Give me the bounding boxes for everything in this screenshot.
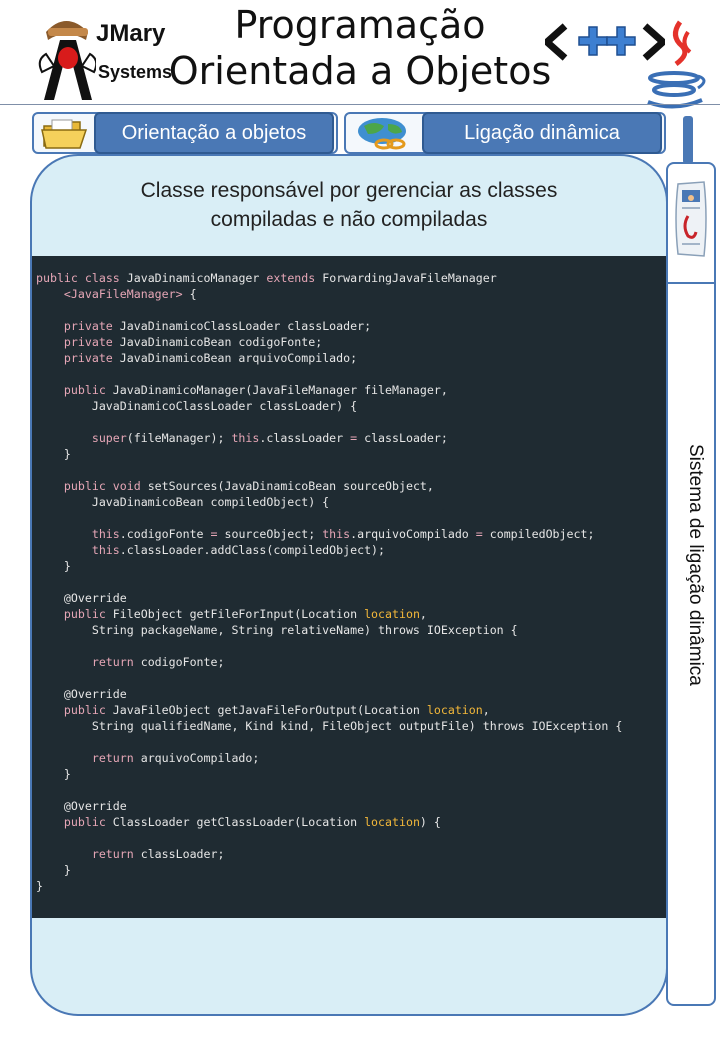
code-line: public ClassLoader getClassLoader(Locati… xyxy=(63,815,441,829)
header-divider xyxy=(0,104,720,105)
code-line: public void setSources(JavaDinamicoBean … xyxy=(63,479,434,493)
main-panel: Classe responsável por gerenciar as clas… xyxy=(30,154,668,1016)
code-line: private JavaDinamicoBean codigoFonte; xyxy=(63,335,323,349)
code-text: public class JavaDinamicoManager extends… xyxy=(36,270,666,894)
code-line: private JavaDinamicoClassLoader classLoa… xyxy=(63,319,372,333)
duke-mascot-icon xyxy=(38,21,98,100)
globe-link-icon xyxy=(358,118,406,150)
code-line: public JavaFileObject getJavaFileForOutp… xyxy=(63,703,490,717)
logo-brand: JMary xyxy=(96,20,166,47)
code-line: @Override xyxy=(36,799,127,813)
tab-ligacao-dinamica[interactable]: Ligação dinâmica xyxy=(344,112,666,154)
code-line: JavaDinamicoBean compiledObject) { xyxy=(36,495,330,509)
code-line: <JavaFileManager> { xyxy=(63,287,197,301)
code-line: } xyxy=(36,447,71,461)
newspaper-icon xyxy=(675,181,707,257)
title-line-1: Programação xyxy=(234,3,486,47)
side-panel: Sistema de ligação dinâmica xyxy=(666,162,716,1006)
code-line: } xyxy=(36,559,71,573)
code-line: JavaDinamicoClassLoader classLoader) { xyxy=(36,399,358,413)
code-line: private JavaDinamicoBean arquivoCompilad… xyxy=(63,351,358,365)
code-line: } xyxy=(36,879,43,893)
tab-orientacao-objetos[interactable]: Orientação a objetos xyxy=(32,112,338,154)
tab-ligacao-label[interactable]: Ligação dinâmica xyxy=(422,112,662,154)
code-line: return classLoader; xyxy=(91,847,225,861)
code-line: public FileObject getFileForInput(Locati… xyxy=(63,607,427,621)
folder-icon xyxy=(41,119,88,149)
code-line: } xyxy=(36,863,71,877)
code-line: public JavaDinamicoManager(JavaFileManag… xyxy=(63,383,448,397)
title-line-2: Orientada a Objetos xyxy=(168,49,552,93)
code-line: String qualifiedName, Kind kind, FileObj… xyxy=(36,719,623,733)
code-block: public class JavaDinamicoManager extends… xyxy=(32,256,666,918)
content-subtitle: Classe responsável por gerenciar as clas… xyxy=(52,176,646,234)
code-line: super(fileManager); this.classLoader = c… xyxy=(91,431,448,445)
code-line: return codigoFonte; xyxy=(91,655,225,669)
side-panel-handle[interactable] xyxy=(683,116,693,164)
code-line: return arquivoCompilado; xyxy=(91,751,260,765)
code-line: this.classLoader.addClass(compiledObject… xyxy=(91,543,386,557)
code-line: } xyxy=(36,767,71,781)
java-logo-icon xyxy=(647,20,706,109)
page-title: Programação Orientada a Objetos xyxy=(160,2,560,94)
code-line: String packageName, String relativeName)… xyxy=(36,623,518,637)
tab-orientacao-label[interactable]: Orientação a objetos xyxy=(94,112,334,154)
code-line: @Override xyxy=(36,591,127,605)
code-line: public class JavaDinamicoManager extends… xyxy=(36,271,497,285)
code-line: this.codigoFonte = sourceObject; this.ar… xyxy=(91,527,595,541)
code-line: @Override xyxy=(36,687,127,701)
side-panel-divider xyxy=(668,282,714,284)
subtitle-line-1: Classe responsável por gerenciar as clas… xyxy=(140,179,558,202)
subtitle-line-2: compiladas e não compiladas xyxy=(210,208,488,231)
side-panel-label: Sistema de ligação dinâmica xyxy=(685,444,706,686)
